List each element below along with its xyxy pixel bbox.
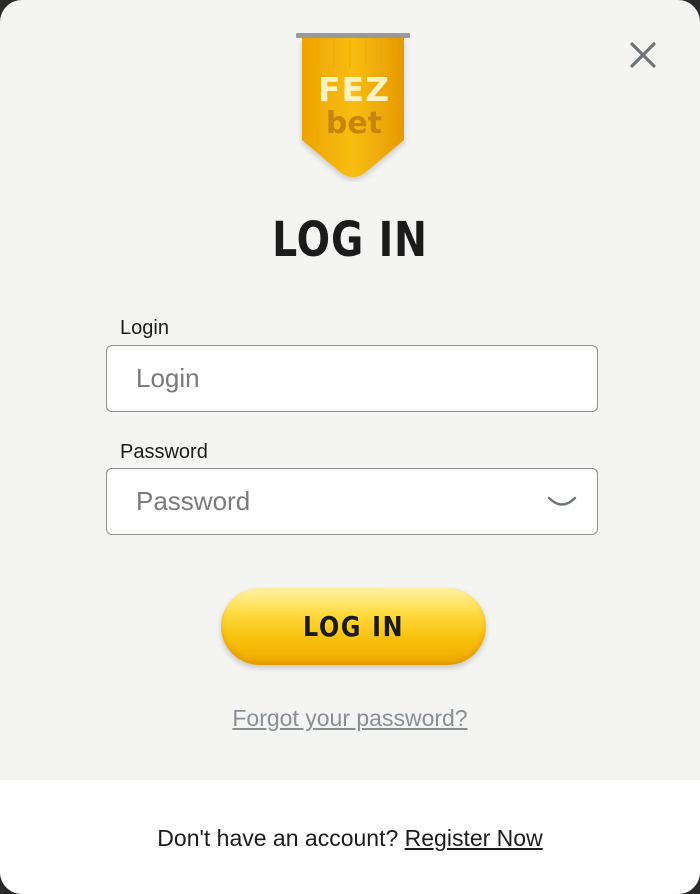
eye-closed-icon — [547, 496, 577, 506]
login-field[interactable] — [106, 345, 598, 412]
password-visibility-toggle[interactable] — [545, 491, 579, 513]
password-input[interactable] — [136, 469, 536, 533]
register-link[interactable]: Register Now — [405, 825, 543, 851]
fezbet-logo: FEZ bet — [294, 32, 414, 182]
page-title: LOG IN — [272, 212, 428, 268]
logo-text-fez: FEZ — [317, 70, 390, 109]
close-button[interactable] — [624, 36, 662, 74]
password-field[interactable] — [106, 468, 598, 535]
login-modal: FEZ bet LOG IN Login Password LOG IN For… — [0, 0, 700, 894]
footer: Don't have an account? Register Now — [0, 780, 700, 894]
close-icon — [630, 42, 656, 68]
footer-line: Don't have an account? Register Now — [0, 825, 700, 852]
password-label: Password — [120, 441, 208, 463]
forgot-password-link[interactable]: Forgot your password? — [0, 705, 700, 732]
login-button[interactable]: LOG IN — [221, 588, 486, 665]
login-input[interactable] — [136, 346, 536, 410]
register-prompt: Don't have an account? — [157, 825, 405, 851]
logo-text-bet: bet — [325, 106, 383, 141]
login-label: Login — [120, 317, 169, 339]
login-button-label: LOG IN — [302, 610, 405, 643]
